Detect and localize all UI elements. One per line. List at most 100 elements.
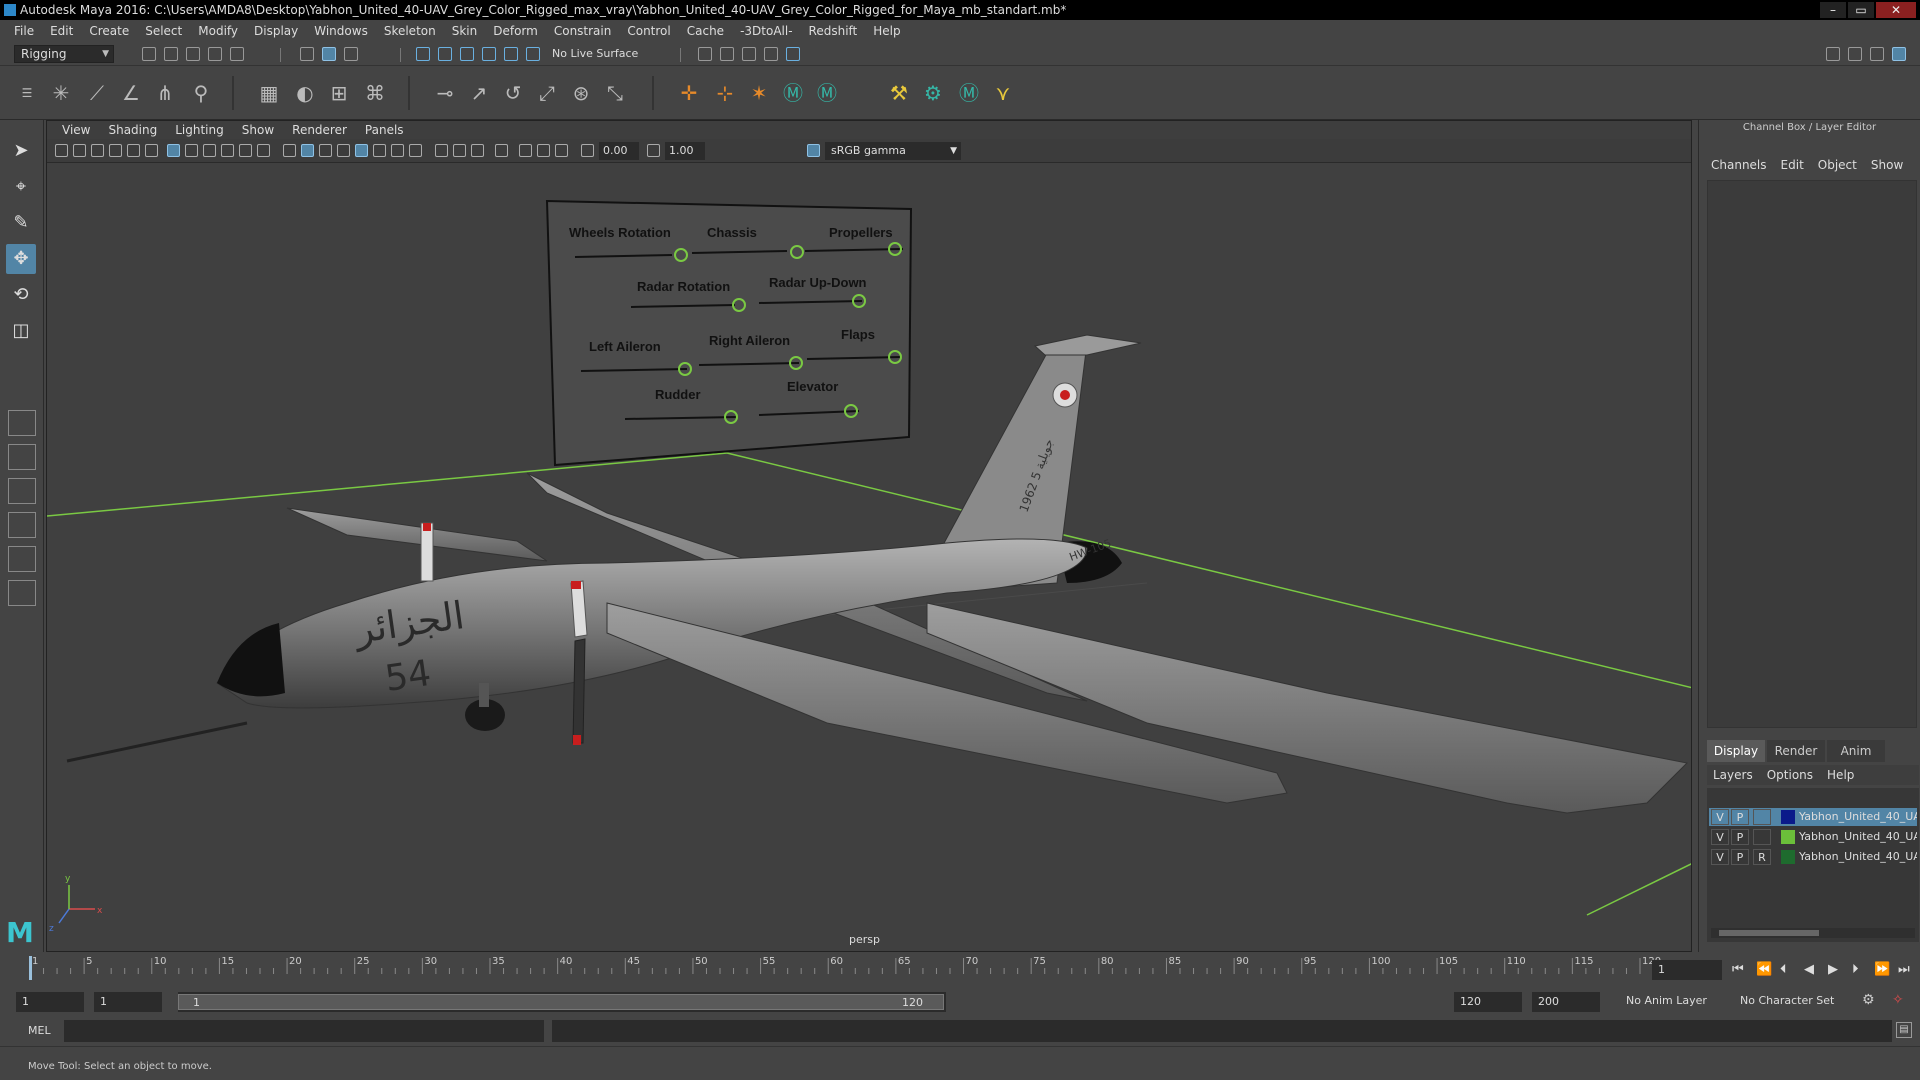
time-ruler[interactable]: 1 5 10 15 20 25 30 35 40 45 50 55 60 65 70 75 80 85 90 95 10… <box>24 952 1664 988</box>
step-back-key-icon[interactable]: ⏴ <box>1780 962 1787 977</box>
panel-menu-show[interactable]: Show <box>233 123 283 137</box>
range-bar[interactable]: 1 120 <box>178 994 944 1010</box>
make-live-icon[interactable] <box>526 47 540 61</box>
render-view-icon[interactable] <box>786 47 800 61</box>
detach-skin-icon[interactable]: Ⓜ <box>814 80 840 106</box>
current-frame-field[interactable]: 1 <box>1652 960 1722 980</box>
open-scene-icon[interactable] <box>164 47 178 61</box>
layer-display-type-toggle[interactable]: R <box>1753 849 1771 865</box>
animation-start-field[interactable]: 1 <box>16 992 84 1012</box>
menu-skeleton[interactable]: Skeleton <box>376 24 444 38</box>
playback-start-field[interactable]: 1 <box>94 992 162 1012</box>
smooth-shade-icon[interactable] <box>301 144 314 157</box>
curve-tool-icon[interactable]: ⋎ <box>990 80 1016 106</box>
menu-help[interactable]: Help <box>865 24 908 38</box>
lattice-icon[interactable]: ⊞ <box>326 80 352 106</box>
menu-select[interactable]: Select <box>137 24 190 38</box>
show-menu[interactable]: Show <box>1871 158 1917 172</box>
new-scene-icon[interactable] <box>142 47 156 61</box>
anti-aliasing-icon[interactable] <box>453 144 466 157</box>
undo-icon[interactable] <box>208 47 222 61</box>
two-panes-side-layout-icon[interactable] <box>8 478 36 504</box>
hypershade-layout-icon[interactable] <box>8 580 36 606</box>
rotate-tool-icon[interactable]: ⟲ <box>6 280 36 310</box>
layer-display-type-toggle[interactable] <box>1753 829 1771 845</box>
blend-shape-icon[interactable]: ⚒ <box>886 80 912 106</box>
redo-icon[interactable] <box>230 47 244 61</box>
viewport-panel[interactable]: View Shading Lighting Show Renderer Pane… <box>46 120 1692 952</box>
snap-curve-icon[interactable] <box>438 47 452 61</box>
menu-edit[interactable]: Edit <box>42 24 81 38</box>
aim-constraint-icon[interactable]: ↗ <box>466 80 492 106</box>
layer-color-swatch[interactable] <box>1781 830 1795 844</box>
channel-box-toggle-icon[interactable] <box>1892 47 1906 61</box>
layer-name[interactable]: Yabhon_United_40_UA <box>1799 850 1917 863</box>
layer-name[interactable]: Yabhon_United_40_UA <box>1799 810 1917 823</box>
play-forwards-icon[interactable]: ▶ <box>1828 962 1838 977</box>
select-camera-icon[interactable] <box>55 144 68 157</box>
channels-menu[interactable]: Channels <box>1711 158 1781 172</box>
menu-deform[interactable]: Deform <box>485 24 546 38</box>
character-set-select[interactable]: No Character Set <box>1740 994 1834 1007</box>
layer-visibility-toggle[interactable]: V <box>1711 849 1729 865</box>
cluster-icon[interactable]: ▦ <box>256 80 282 106</box>
layer-horizontal-scrollbar[interactable] <box>1711 928 1915 938</box>
point-constraint-icon[interactable]: ⊸ <box>432 80 458 106</box>
color-management-icon[interactable] <box>807 144 820 157</box>
depth-of-field-icon[interactable] <box>471 144 484 157</box>
go-to-end-icon[interactable]: ⏭ <box>1898 962 1910 977</box>
tab-anim[interactable]: Anim <box>1827 740 1885 762</box>
orient-constraint-icon[interactable]: ↺ <box>500 80 526 106</box>
go-to-start-icon[interactable]: ⏮ <box>1732 962 1744 977</box>
scale-tool-icon[interactable]: ◫ <box>6 316 36 346</box>
shadows-icon[interactable] <box>391 144 404 157</box>
snap-grid-icon[interactable] <box>416 47 430 61</box>
gamma-field[interactable]: 1.00 <box>665 142 705 160</box>
wireframe-icon[interactable] <box>283 144 296 157</box>
four-view-layout-icon[interactable] <box>8 444 36 470</box>
propeller-left[interactable] <box>420 522 434 582</box>
safe-action-icon[interactable] <box>257 144 270 157</box>
tab-display[interactable]: Display <box>1707 740 1765 762</box>
pole-vector-icon[interactable]: ⤡ <box>602 80 628 106</box>
camera-attributes-icon[interactable] <box>73 144 86 157</box>
graph-editor-layout-icon[interactable] <box>8 546 36 572</box>
edit-menu[interactable]: Edit <box>1781 158 1818 172</box>
textured-icon[interactable] <box>337 144 350 157</box>
script-editor-icon[interactable]: ▤ <box>1896 1022 1912 1038</box>
scale-constraint-icon[interactable]: ⤢ <box>534 80 560 106</box>
select-hierarchy-icon[interactable] <box>300 47 314 61</box>
backface-culling-icon[interactable] <box>555 144 568 157</box>
menu-windows[interactable]: Windows <box>306 24 376 38</box>
layer-playback-toggle[interactable]: P <box>1731 829 1749 845</box>
attribute-editor-icon[interactable] <box>1848 47 1862 61</box>
maximize-icon[interactable]: ▭ <box>1848 2 1874 18</box>
select-object-icon[interactable] <box>322 47 336 61</box>
isolate-select-icon[interactable] <box>495 144 508 157</box>
ik-spline-icon[interactable]: ∠ <box>118 80 144 106</box>
layer-visibility-toggle[interactable]: V <box>1711 809 1729 825</box>
menu-set-select[interactable]: Rigging ▼ <box>14 45 114 63</box>
wireframe-on-shaded-icon[interactable] <box>319 144 332 157</box>
menu-skin[interactable]: Skin <box>444 24 486 38</box>
panel-menu-view[interactable]: View <box>53 123 99 137</box>
x-ray-icon[interactable] <box>355 144 368 157</box>
grid-toggle-icon[interactable] <box>167 144 180 157</box>
view-transform-select[interactable]: sRGB gamma ▼ <box>825 142 961 160</box>
scrollbar-thumb[interactable] <box>1719 930 1819 936</box>
layer-display-type-toggle[interactable] <box>1753 809 1771 825</box>
menu-display[interactable]: Display <box>246 24 306 38</box>
shelf-options-icon[interactable]: ☰ <box>14 80 40 106</box>
2d-pan-zoom-icon[interactable] <box>127 144 140 157</box>
panel-menu-lighting[interactable]: Lighting <box>166 123 233 137</box>
step-back-frame-icon[interactable]: ⏪ <box>1756 962 1772 977</box>
mirror-joint-icon[interactable]: ⋔ <box>152 80 178 106</box>
menu-3dtoall[interactable]: -3DtoAll- <box>732 24 800 38</box>
playback-end-field[interactable]: 120 <box>1454 992 1522 1012</box>
tab-render[interactable]: Render <box>1767 740 1825 762</box>
play-backwards-icon[interactable]: ◀ <box>1804 962 1814 977</box>
step-forward-frame-icon[interactable]: ⏩ <box>1874 962 1890 977</box>
modeling-toolkit-icon[interactable] <box>1826 47 1840 61</box>
ipr-render-icon[interactable] <box>720 47 734 61</box>
render-settings-icon[interactable] <box>742 47 756 61</box>
